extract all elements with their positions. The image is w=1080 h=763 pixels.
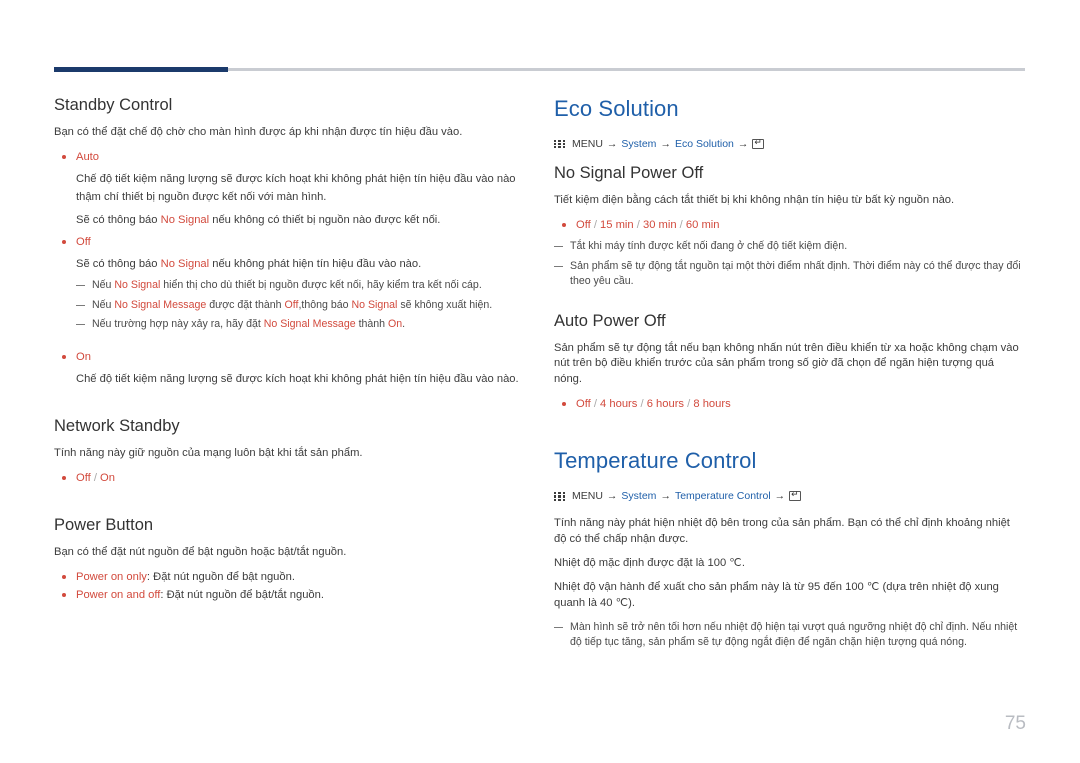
power-button-options: Power on only: Đặt nút nguồn để bật nguồ… xyxy=(54,569,524,603)
option-label-on: On xyxy=(76,350,91,363)
option-label-power-on-only: Power on only xyxy=(76,571,147,584)
auto-power-off-options: Off / 4 hours / 6 hours / 8 hours xyxy=(554,396,1024,412)
breadcrumb-level-2: Temperature Control xyxy=(674,490,771,503)
standby-control-intro: Bạn có thể đặt chế độ chờ cho màn hình đ… xyxy=(54,126,463,138)
temperature-control-paragraph-3: Nhiệt độ vận hành để xuất cho sản phẩm n… xyxy=(554,581,999,610)
breadcrumb-level-1: System xyxy=(621,138,657,150)
auto-desc-line-2: thậm chí thiết bị nguồn được kết nối với… xyxy=(76,191,327,204)
list-item[interactable]: Off / 15 min / 30 min / 60 min xyxy=(554,217,1024,233)
breadcrumb-arrow-1: → xyxy=(606,490,618,503)
breadcrumb-eco-solution: MENU → System → Eco Solution → xyxy=(554,136,1024,150)
option-15-min: 15 min xyxy=(600,218,634,231)
breadcrumb-arrow-2: → xyxy=(660,490,671,503)
option-desc-power-on-and-off: : Đặt nút nguồn để bật/tắt nguồn. xyxy=(160,589,324,602)
right-column: Eco Solution MENU → System → Eco Solutio… xyxy=(554,96,1024,655)
section-title-no-signal-power-off: No Signal Power Off xyxy=(554,164,704,182)
breadcrumb-temperature-control: MENU → System → Temperature Control → xyxy=(554,488,1024,503)
menu-grid-icon xyxy=(554,491,565,501)
page-title-temperature-control: Temperature Control xyxy=(554,448,757,474)
on-desc: Chế độ tiết kiệm năng lượng sẽ được kích… xyxy=(76,372,519,385)
left-column: Standby Control Bạn có thể đặt chế độ ch… xyxy=(54,96,524,610)
breadcrumb-menu: MENU xyxy=(572,138,603,150)
network-standby-options: Off / On xyxy=(54,470,524,486)
list-item[interactable]: Power on only: Đặt nút nguồn để bật nguồ… xyxy=(54,569,524,585)
standby-control-option-on: On xyxy=(54,349,524,365)
auto-power-off-intro: Sản phẩm sẽ tự động tắt nếu bạn không nh… xyxy=(554,341,1019,386)
enter-key-icon xyxy=(789,488,802,502)
enter-key-icon xyxy=(752,136,765,149)
standby-note-1: Nếu No Signal hiển thị cho dù thiết bị n… xyxy=(76,278,514,293)
option-label-off: Off xyxy=(76,235,91,248)
option-label-power-on-and-off: Power on and off xyxy=(76,589,161,602)
option-desc-power-on-only: : Đặt nút nguồn để bật nguồn. xyxy=(146,571,295,584)
breadcrumb-arrow-3: → xyxy=(737,138,749,150)
section-title-power-button: Power Button xyxy=(54,516,154,535)
option-label-auto: Auto xyxy=(76,150,100,163)
breadcrumb-level-2: Eco Solution xyxy=(674,138,734,150)
power-button-intro: Bạn có thể đặt nút nguồn để bật nguồn ho… xyxy=(54,546,347,559)
section-title-standby-control: Standby Control xyxy=(54,96,173,114)
standby-note-3: Nếu trường hợp này xảy ra, hãy đặt No Si… xyxy=(76,317,514,332)
option-30-min: 30 min xyxy=(642,218,677,231)
network-standby-intro: Tính năng này giữ nguồn của mạng luôn bậ… xyxy=(54,447,363,460)
auto-desc-line-1: Chế độ tiết kiệm năng lượng sẽ được kích… xyxy=(76,173,516,186)
standby-control-options: Auto xyxy=(54,149,524,165)
no-signal-power-off-options: Off / 15 min / 30 min / 60 min xyxy=(554,217,1024,233)
menu-grid-icon xyxy=(554,139,565,149)
temperature-control-paragraph-2: Nhiệt độ mặc định được đặt là 100 ℃. xyxy=(554,557,745,570)
option-off: Off xyxy=(576,218,591,231)
list-item[interactable]: Power on and off: Đặt nút nguồn để bật/t… xyxy=(54,587,524,603)
breadcrumb-arrow-2: → xyxy=(660,138,671,150)
option-on: On xyxy=(100,472,115,485)
option-off: Off xyxy=(76,472,91,485)
section-title-network-standby: Network Standby xyxy=(54,417,180,436)
breadcrumb-level-1: System xyxy=(621,490,657,503)
page-title-eco-solution: Eco Solution xyxy=(554,96,679,121)
document-page: Standby Control Bạn có thể đặt chế độ ch… xyxy=(0,0,1080,763)
option-8-hours: 8 hours xyxy=(693,398,731,411)
option-6-hours: 6 hours xyxy=(646,398,685,411)
header-accent-bar xyxy=(54,67,228,72)
standby-control-option-off: Off xyxy=(54,234,524,250)
option-off: Off xyxy=(576,398,591,411)
list-item[interactable]: On xyxy=(54,349,524,365)
list-item[interactable]: Auto xyxy=(54,149,524,165)
breadcrumb-menu: MENU xyxy=(572,490,603,503)
no-signal-power-off-intro: Tiết kiệm điện bằng cách tắt thiết bị kh… xyxy=(554,194,955,206)
list-item[interactable]: Off xyxy=(54,234,524,250)
auto-no-signal-note: Sẽ có thông báo No Signal nếu không có t… xyxy=(76,213,441,226)
list-item[interactable]: Off / 4 hours / 6 hours / 8 hours xyxy=(554,396,1024,412)
standby-note-2: Nếu No Signal Message được đặt thành Off… xyxy=(76,298,514,313)
off-no-signal-note: Sẽ có thông báo No Signal nếu không phát… xyxy=(76,258,422,271)
option-60-min: 60 min xyxy=(685,218,720,231)
section-title-auto-power-off: Auto Power Off xyxy=(554,311,666,330)
list-item[interactable]: Off / On xyxy=(54,470,524,486)
breadcrumb-arrow-3: → xyxy=(774,490,786,503)
temperature-control-note: Màn hình sẽ trở nên tối hơn nếu nhiệt độ… xyxy=(554,620,1024,651)
temperature-control-paragraph-1: Tính năng này phát hiện nhiệt độ bên tro… xyxy=(554,517,1010,546)
no-signal-power-off-note-1: Tắt khi máy tính được kết nối đang ở chế… xyxy=(554,239,1024,254)
no-signal-power-off-note-2: Sản phẩm sẽ tự động tắt nguồn tại một th… xyxy=(554,259,1024,290)
option-4-hours: 4 hours xyxy=(600,398,638,411)
page-number: 75 xyxy=(1004,713,1026,734)
breadcrumb-arrow-1: → xyxy=(606,138,618,150)
